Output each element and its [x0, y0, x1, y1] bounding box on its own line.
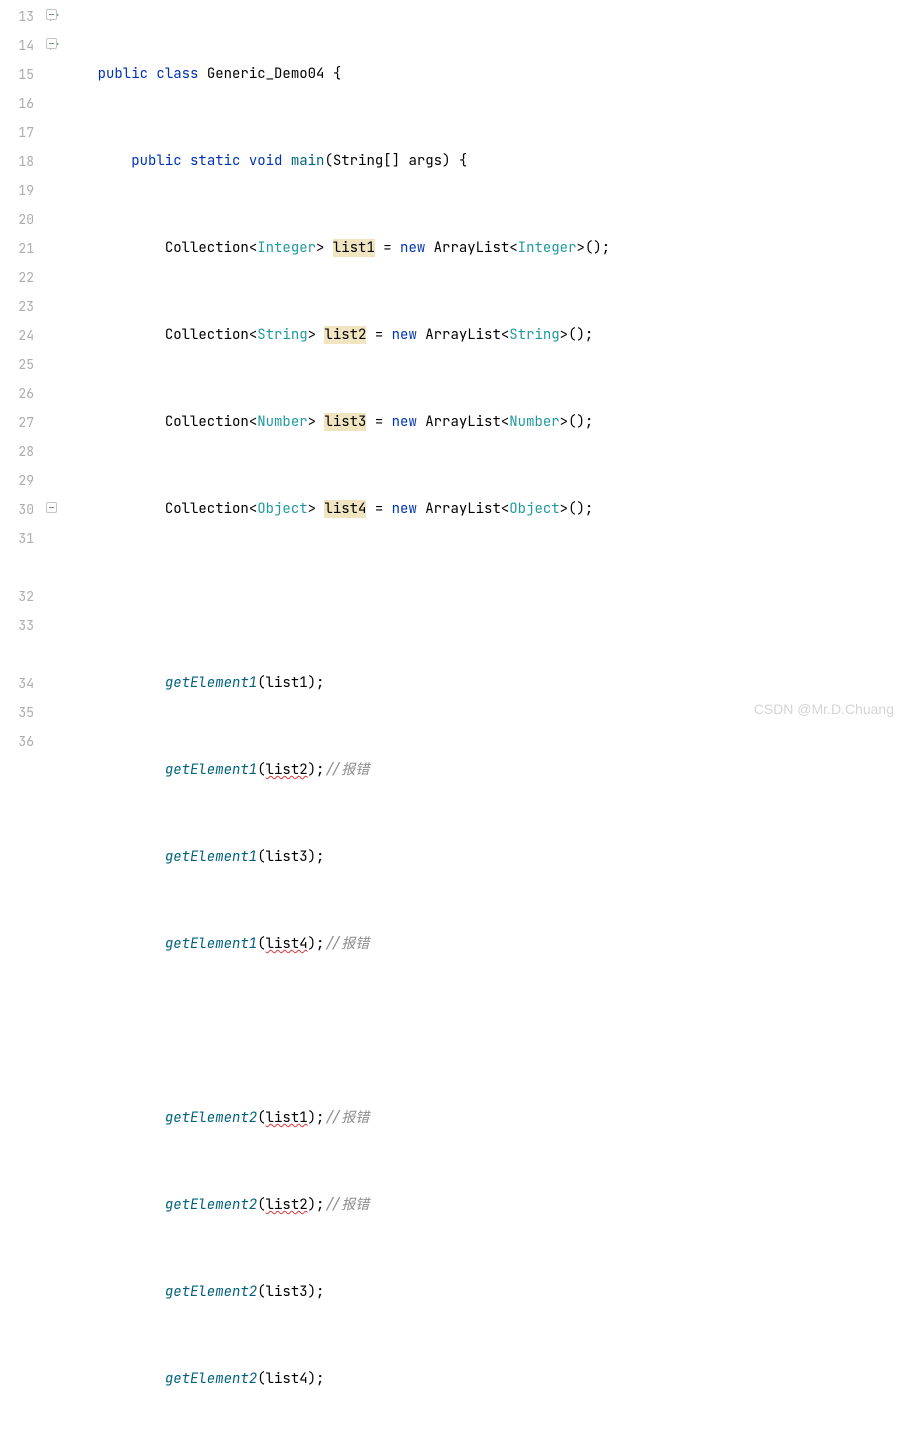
code-line[interactable]: Collection<String> list2 = new ArrayList…: [64, 321, 906, 350]
code-line[interactable]: Collection<Number> list3 = new ArrayList…: [64, 408, 906, 437]
error-arg: list1: [266, 1109, 308, 1127]
code-line[interactable]: getElement1(list3);: [64, 843, 906, 872]
code-line[interactable]: public static void main(String[] args) {: [64, 147, 906, 176]
gutter-line[interactable]: 32: [0, 582, 42, 611]
gutter-line[interactable]: 21: [0, 234, 42, 263]
watermark: CSDN @Mr.D.Chuang: [754, 701, 894, 717]
fold-column[interactable]: [42, 0, 64, 725]
gutter-line[interactable]: 14: [0, 31, 42, 60]
code-line[interactable]: [64, 1017, 906, 1046]
comment-error: //报错: [324, 1109, 369, 1127]
code-area[interactable]: public class Generic_Demo04 { public sta…: [64, 0, 906, 725]
code-line[interactable]: [64, 582, 906, 611]
variable-list1: list1: [333, 239, 375, 257]
gutter-line[interactable]: 22: [0, 263, 42, 292]
gutter-line[interactable]: 20: [0, 205, 42, 234]
class-name: Generic_Demo04: [207, 65, 325, 83]
gutter-line[interactable]: 28: [0, 437, 42, 466]
variable-list2: list2: [324, 326, 366, 344]
comment-error: //报错: [324, 761, 369, 779]
code-line[interactable]: getElement1(list2);//报错: [64, 756, 906, 785]
code-line[interactable]: getElement1(list1);: [64, 669, 906, 698]
gutter-line[interactable]: 31: [0, 524, 42, 553]
gutter-line[interactable]: 16: [0, 89, 42, 118]
code-line[interactable]: getElement1(list4);//报错: [64, 930, 906, 959]
keyword-public: public: [98, 65, 148, 83]
fold-toggle-icon[interactable]: [46, 38, 57, 49]
comment-error: //报错: [324, 1196, 369, 1214]
gutter-line[interactable]: 15: [0, 60, 42, 89]
gutter-line[interactable]: 25: [0, 350, 42, 379]
gutter-line[interactable]: 18: [0, 147, 42, 176]
variable-list3: list3: [324, 413, 366, 431]
gutter-line[interactable]: 17: [0, 118, 42, 147]
gutter-line[interactable]: 26: [0, 379, 42, 408]
gutter-line[interactable]: 23: [0, 292, 42, 321]
code-line[interactable]: Collection<Integer> list1 = new ArrayLis…: [64, 234, 906, 263]
gutter-line[interactable]: 35: [0, 698, 42, 727]
gutter-line[interactable]: 30: [0, 495, 42, 524]
gutter-line[interactable]: 13: [0, 2, 42, 31]
comment-error: //报错: [324, 935, 369, 953]
error-arg: list2: [266, 1196, 308, 1214]
error-arg: list4: [266, 935, 308, 953]
keyword-class: class: [156, 65, 198, 83]
code-line[interactable]: getElement2(list4);: [64, 1365, 906, 1394]
gutter-line[interactable]: 34: [0, 669, 42, 698]
code-line[interactable]: getElement2(list3);: [64, 1278, 906, 1307]
gutter-line[interactable]: 27: [0, 408, 42, 437]
gutter-line[interactable]: [0, 553, 42, 582]
fold-toggle-icon[interactable]: [46, 502, 57, 513]
code-editor[interactable]: 13 14 15 16 17 18 19 20 21 22 23 24 25 2…: [0, 0, 906, 725]
gutter-line[interactable]: 19: [0, 176, 42, 205]
gutter-line[interactable]: 24: [0, 321, 42, 350]
code-line[interactable]: Collection<Object> list4 = new ArrayList…: [64, 495, 906, 524]
code-line[interactable]: getElement2(list1);//报错: [64, 1104, 906, 1133]
gutter-line[interactable]: 33: [0, 611, 42, 640]
variable-list4: list4: [324, 500, 366, 518]
fold-toggle-icon[interactable]: [46, 9, 57, 20]
gutter-line[interactable]: 29: [0, 466, 42, 495]
method-main: main: [291, 152, 325, 170]
code-line[interactable]: public class Generic_Demo04 {: [64, 60, 906, 89]
code-line[interactable]: getElement2(list2);//报错: [64, 1191, 906, 1220]
line-gutter[interactable]: 13 14 15 16 17 18 19 20 21 22 23 24 25 2…: [0, 0, 42, 725]
error-arg: list2: [266, 761, 308, 779]
gutter-line[interactable]: [0, 640, 42, 669]
gutter-line[interactable]: 36: [0, 727, 42, 756]
